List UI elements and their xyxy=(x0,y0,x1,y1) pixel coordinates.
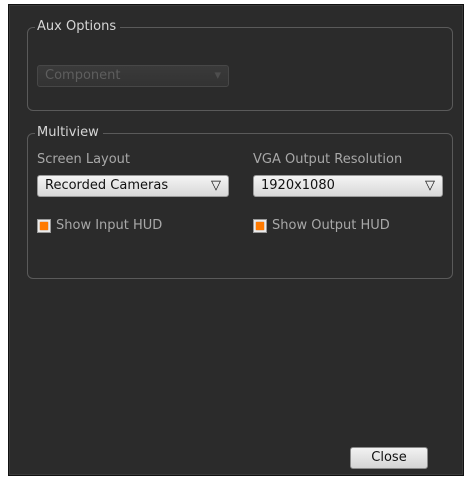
screen-layout-value: Recorded Cameras xyxy=(45,178,169,193)
vga-resolution-label: VGA Output Resolution xyxy=(253,152,403,167)
close-button[interactable]: Close xyxy=(350,447,428,469)
multiview-title: Multiview xyxy=(35,125,103,141)
checked-indicator xyxy=(40,222,48,230)
checked-indicator xyxy=(256,222,264,230)
dropdown-arrow-icon: ▽ xyxy=(211,178,221,193)
show-output-hud-label: Show Output HUD xyxy=(272,218,390,233)
aux-options-group: Aux Options Component ▾ xyxy=(27,19,453,111)
screen-layout-dropdown[interactable]: Recorded Cameras ▽ xyxy=(37,175,229,197)
aux-output-value: Component xyxy=(45,68,121,83)
checkbox-icon xyxy=(253,219,267,233)
aux-options-title: Aux Options xyxy=(35,19,121,35)
multiview-group: Multiview Screen Layout Recorded Cameras… xyxy=(27,125,453,279)
dialog-window: Aux Options Component ▾ Multiview Screen… xyxy=(8,4,464,476)
aux-output-dropdown: Component ▾ xyxy=(37,65,229,87)
show-input-hud-checkbox[interactable]: Show Input HUD xyxy=(37,218,217,236)
dropdown-arrow-icon: ▽ xyxy=(425,178,435,193)
vga-resolution-value: 1920x1080 xyxy=(261,178,335,193)
dropdown-arrow-icon: ▾ xyxy=(214,68,221,83)
checkbox-icon xyxy=(37,219,51,233)
screen-layout-label: Screen Layout xyxy=(37,152,131,167)
vga-resolution-dropdown[interactable]: 1920x1080 ▽ xyxy=(253,175,443,197)
show-output-hud-checkbox[interactable]: Show Output HUD xyxy=(253,218,433,236)
show-input-hud-label: Show Input HUD xyxy=(56,218,163,233)
